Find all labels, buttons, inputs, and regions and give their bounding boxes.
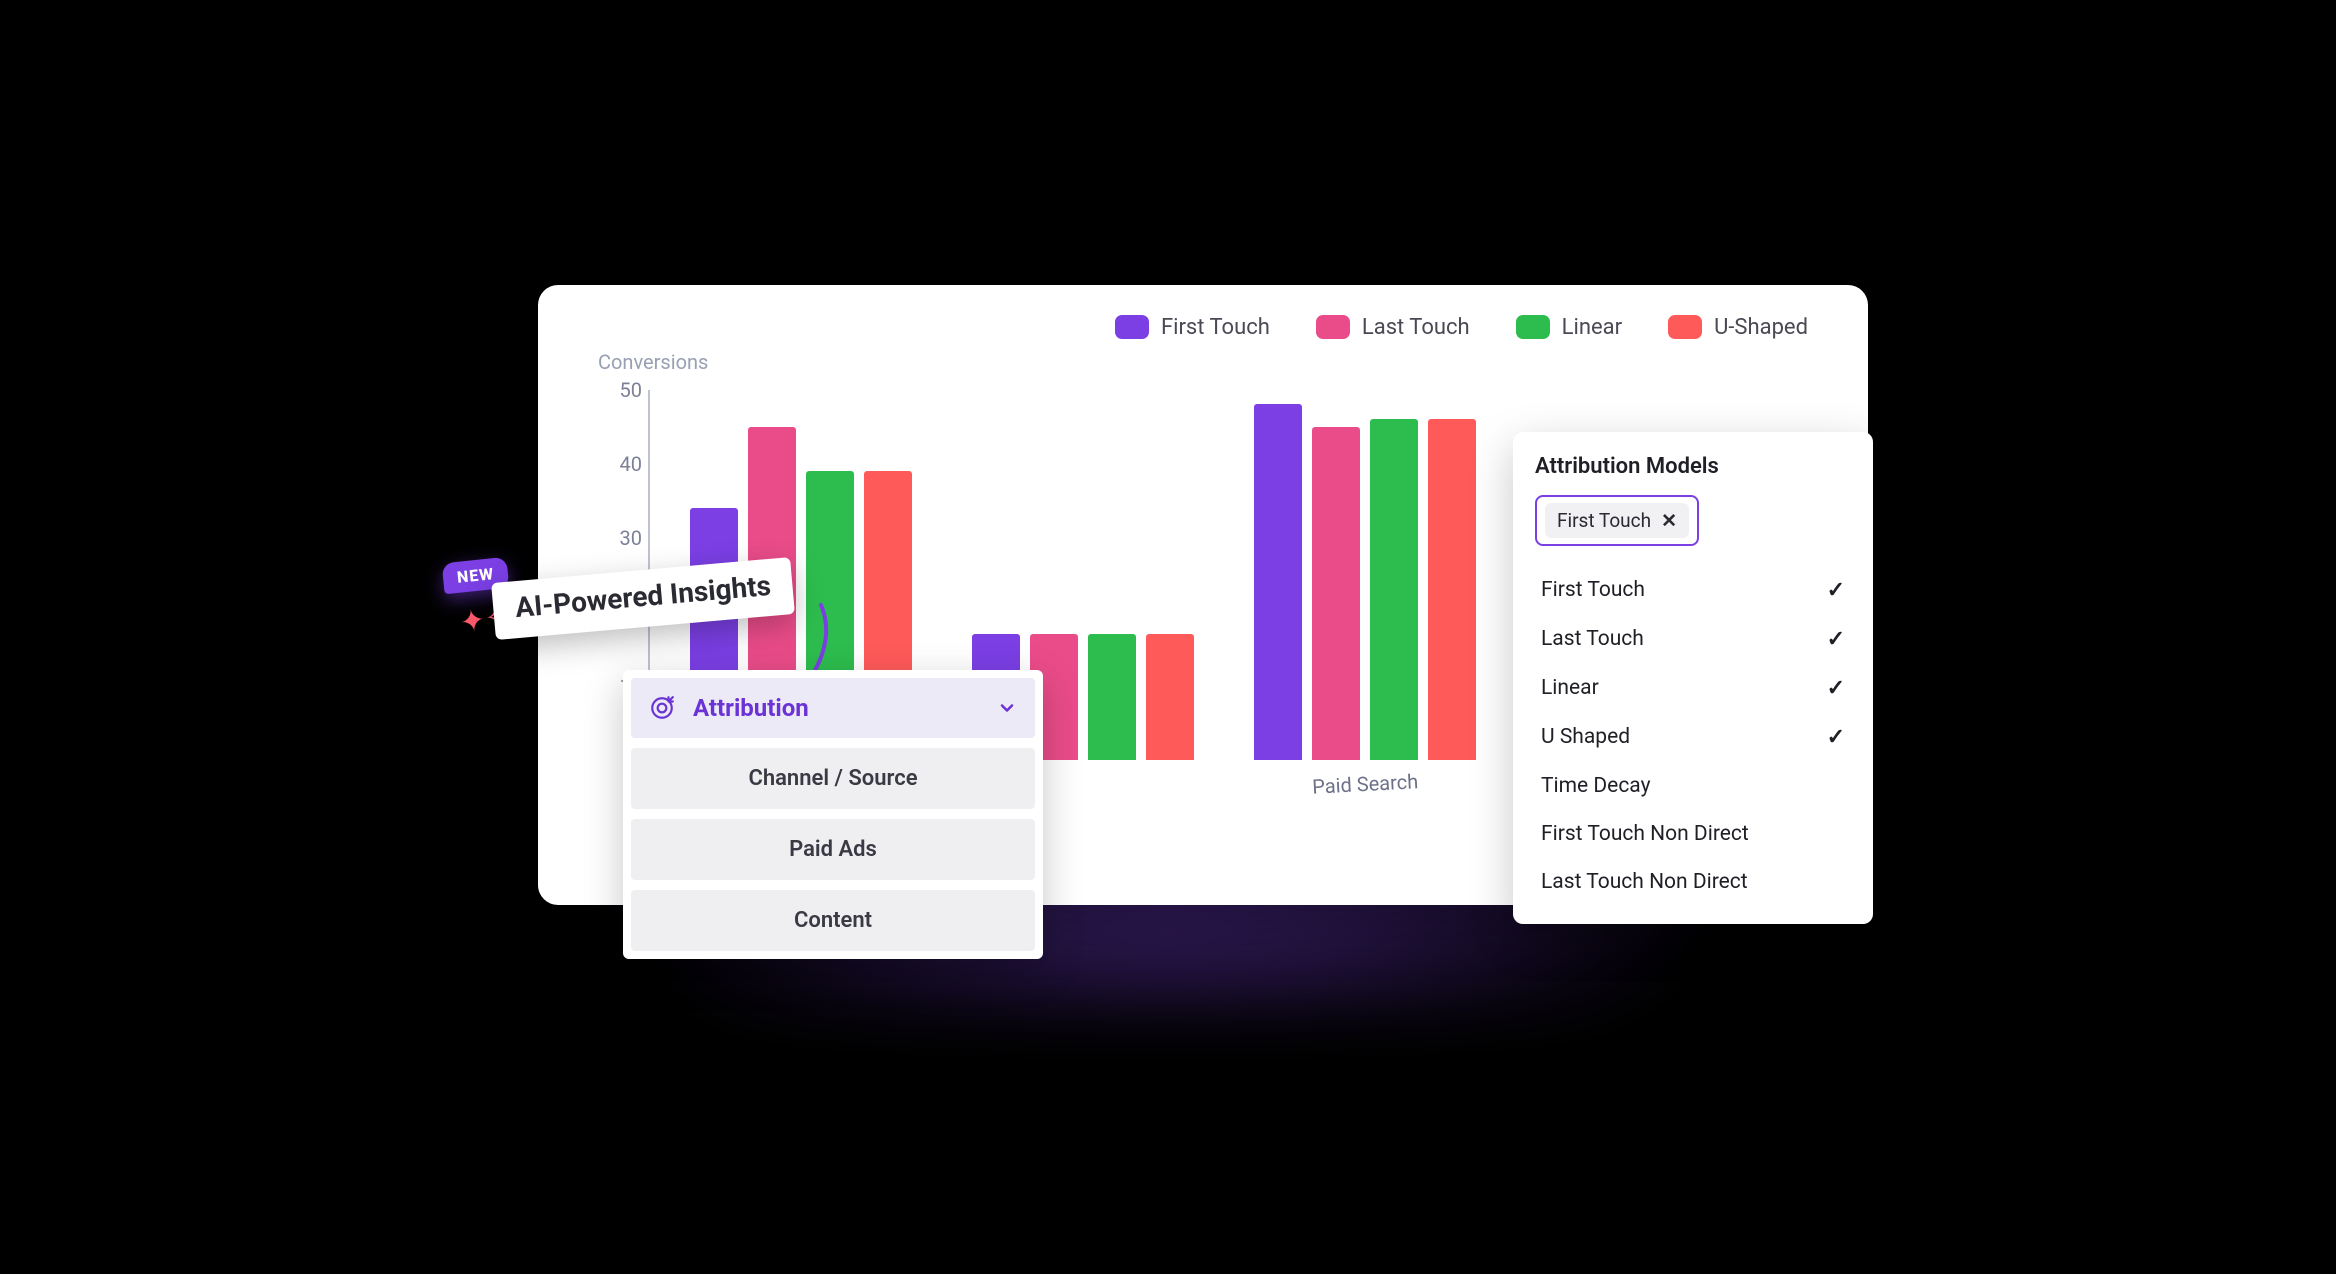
model-option-label: First Touch Non Direct: [1541, 822, 1749, 846]
model-option-label: First Touch: [1541, 578, 1645, 602]
model-option[interactable]: Linear ✓: [1535, 664, 1851, 713]
bar[interactable]: [1146, 634, 1194, 760]
check-icon: ✓: [1827, 627, 1845, 652]
model-option-label: Last Touch Non Direct: [1541, 870, 1748, 894]
check-icon: ✓: [1827, 725, 1845, 750]
attribution-dropdown: Attribution Channel / Source Paid Ads Cont…: [623, 670, 1043, 959]
model-option[interactable]: Time Decay: [1535, 762, 1851, 810]
legend-item[interactable]: First Touch: [1115, 315, 1270, 340]
attribution-models-panel: Attribution Models First Touch ✕ First T…: [1513, 432, 1873, 924]
attribution-header[interactable]: Attribution: [631, 678, 1035, 738]
model-option-label: Linear: [1541, 676, 1599, 700]
x-label: Paid Search: [1254, 766, 1478, 818]
attribution-menu-item[interactable]: Channel / Source: [631, 748, 1035, 809]
attribution-menu-item[interactable]: Paid Ads: [631, 819, 1035, 880]
models-chip-container[interactable]: First Touch ✕: [1535, 495, 1699, 546]
model-option[interactable]: Last Touch ✓: [1535, 615, 1851, 664]
model-option-label: Last Touch: [1541, 627, 1644, 651]
y-tick: 40: [598, 452, 642, 476]
y-tick: 30: [598, 526, 642, 550]
bar[interactable]: [1254, 404, 1302, 759]
close-icon[interactable]: ✕: [1661, 509, 1677, 532]
model-option[interactable]: First Touch Non Direct: [1535, 810, 1851, 858]
legend-swatch: [1516, 315, 1550, 339]
legend-item[interactable]: Linear: [1516, 315, 1622, 340]
legend-label: First Touch: [1161, 315, 1270, 340]
bar[interactable]: [1428, 419, 1476, 759]
attribution-title: Attribution: [693, 694, 809, 722]
legend-label: Linear: [1562, 315, 1622, 340]
bar[interactable]: [1370, 419, 1418, 759]
bar[interactable]: [1312, 427, 1360, 760]
model-option[interactable]: Last Touch Non Direct: [1535, 858, 1851, 906]
check-icon: ✓: [1827, 578, 1845, 603]
legend-swatch: [1115, 315, 1149, 339]
chart-legend: First Touch Last Touch Linear U-Shaped: [578, 315, 1828, 340]
y-tick: 50: [598, 378, 642, 402]
model-option[interactable]: First Touch ✓: [1535, 566, 1851, 615]
model-option-label: Time Decay: [1541, 774, 1651, 798]
attribution-menu-item[interactable]: Content: [631, 890, 1035, 951]
model-option[interactable]: U Shaped ✓: [1535, 713, 1851, 762]
legend-swatch: [1316, 315, 1350, 339]
target-icon: [649, 695, 675, 721]
bar[interactable]: [1088, 634, 1136, 760]
legend-item[interactable]: U-Shaped: [1668, 315, 1808, 340]
legend-item[interactable]: Last Touch: [1316, 315, 1470, 340]
y-axis-label: Conversions: [598, 350, 1828, 374]
chip-label: First Touch: [1557, 509, 1651, 532]
stage: First Touch Last Touch Linear U-Shaped Conv…: [408, 230, 1928, 1045]
legend-label: Last Touch: [1362, 315, 1470, 340]
bar-group: [1254, 390, 1476, 760]
check-icon: ✓: [1827, 676, 1845, 701]
model-chip-first-touch[interactable]: First Touch ✕: [1545, 503, 1689, 538]
model-option-label: U Shaped: [1541, 725, 1630, 749]
legend-label: U-Shaped: [1714, 315, 1808, 340]
chevron-down-icon: [997, 698, 1017, 718]
legend-swatch: [1668, 315, 1702, 339]
models-panel-title: Attribution Models: [1535, 454, 1851, 479]
